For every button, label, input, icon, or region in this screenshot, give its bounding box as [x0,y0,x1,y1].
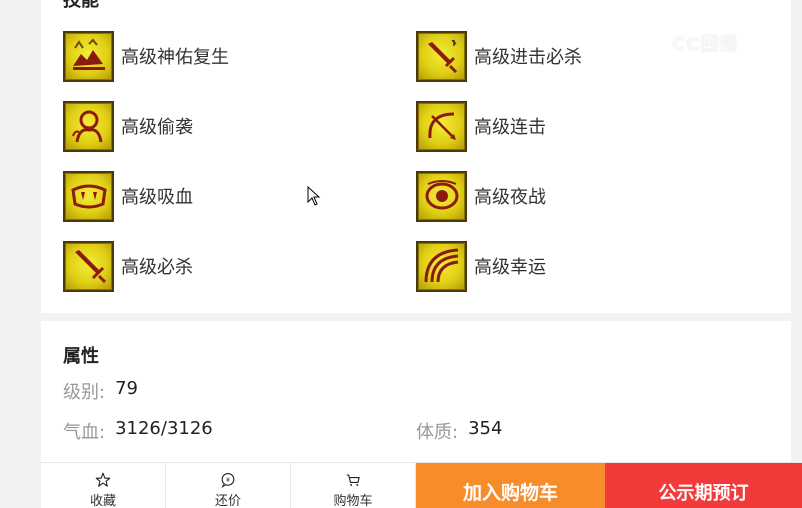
skill-name: 高级连击 [474,117,546,138]
skill-name: 高级幸运 [474,257,546,278]
skill-name: 高级吸血 [121,187,193,208]
skill-name: 高级神佑复生 [121,47,229,68]
add-to-cart-button[interactable]: 加入购物车 [416,463,605,508]
rainbow-icon [416,240,467,292]
attr-value: 3126/3126 [115,418,213,439]
skill-name: 高级夜战 [474,187,546,208]
svg-text:¥: ¥ [226,477,230,484]
attr-value: 354 [468,418,503,439]
skill-name: 高级进击必杀 [474,47,582,68]
attr-value: 79 [115,378,138,399]
attr-label: 气血: [63,422,106,443]
attributes-card: 属性 级别: 79 气血: 3126/3126 体质: 354 [41,321,791,471]
skill-item[interactable]: 高级偷袭 [63,100,193,152]
attr-constitution: 体质: 354 [416,418,502,444]
bargain-label: 还价 [214,494,241,508]
eye-icon [416,170,467,222]
bargain-button[interactable]: ¥ 还价 [166,463,291,508]
skill-name: 高级偷袭 [121,117,193,138]
sword-advance-icon [416,30,467,82]
sword-icon [63,240,114,292]
cart-tab-button[interactable]: 购物车 [291,463,416,508]
skill-item[interactable]: 高级神佑复生 [63,30,229,82]
favorite-label: 收藏 [89,494,116,508]
star-icon [95,472,111,487]
skill-item[interactable]: 高级幸运 [416,240,546,292]
yuan-bubble-icon: ¥ [221,472,235,488]
bottom-action-bar: 收藏 ¥ 还价 购物车 加入购物车 公示期预订 [41,462,802,508]
attr-label: 级别: [63,382,106,403]
skill-name: 高级必杀 [121,257,193,278]
cart-icon [346,474,360,486]
cart-label: 购物车 [333,494,373,508]
attr-level: 级别: 79 [63,378,138,404]
watermark: CC回播 [672,34,739,55]
attributes-title: 属性 [63,346,99,367]
preorder-button[interactable]: 公示期预订 [605,463,802,508]
fangs-icon [63,170,114,222]
skill-item[interactable]: 高级连击 [416,100,546,152]
favorite-button[interactable]: 收藏 [41,463,166,508]
skill-item[interactable]: 高级吸血 [63,170,193,222]
skill-item[interactable]: 高级必杀 [63,240,193,292]
skill-item[interactable]: 高级进击必杀 [416,30,582,82]
attr-label: 体质: [416,422,459,443]
sneak-figure-icon [63,100,114,152]
mouse-cursor-icon [307,186,321,206]
skill-item[interactable]: 高级夜战 [416,170,546,222]
revival-beast-icon [63,30,114,82]
combo-bow-icon [416,100,467,152]
skills-title: 技能 [63,0,99,11]
attr-hp: 气血: 3126/3126 [63,418,213,444]
